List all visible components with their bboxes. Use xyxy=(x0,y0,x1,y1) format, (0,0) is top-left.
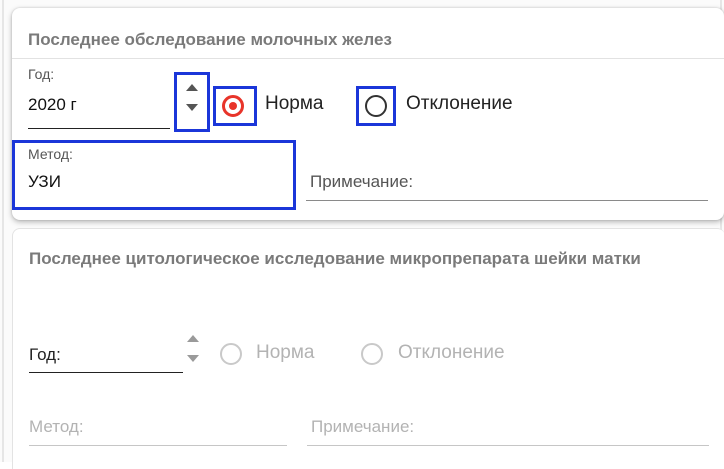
cytology-radio-deviation-icon[interactable] xyxy=(361,343,383,365)
cytology-note-underline xyxy=(307,445,709,446)
breast-exam-title: Последнее обследование молочных желез xyxy=(28,30,392,49)
cytology-spinner-down-icon[interactable] xyxy=(187,355,199,362)
cytology-year-underline xyxy=(29,372,183,373)
breast-year-underline xyxy=(28,128,170,129)
cytology-note-placeholder[interactable]: Примечание: xyxy=(311,417,414,437)
cytology-exam-title: Последнее цитологическое исследование ми… xyxy=(29,249,641,268)
cytology-spinner-up-icon[interactable] xyxy=(187,335,199,342)
breast-year-label: Год: xyxy=(28,66,55,82)
cytology-radio-normal-icon[interactable] xyxy=(220,343,242,365)
spinner-arrows-icon[interactable] xyxy=(185,78,199,118)
cytology-method-placeholder[interactable]: Метод: xyxy=(29,417,84,437)
radio-unchecked-icon[interactable] xyxy=(365,95,387,117)
cytology-option-deviation-label[interactable]: Отклонение xyxy=(398,342,505,364)
spinner-up-icon[interactable] xyxy=(186,84,198,91)
breast-option-deviation-label[interactable]: Отклонение xyxy=(406,93,513,115)
breast-method-value[interactable]: УЗИ xyxy=(28,172,61,192)
cytology-spinner-arrows-icon[interactable] xyxy=(186,329,200,369)
breast-note-placeholder[interactable]: Примечание: xyxy=(310,172,413,192)
breast-note-underline xyxy=(306,200,708,201)
frame-left-edge xyxy=(2,0,4,462)
form-stage: Последнее обследование молочных желез Го… xyxy=(0,0,724,469)
breast-exam-card: Последнее обследование молочных желез Го… xyxy=(12,8,724,220)
cytology-option-normal-label[interactable]: Норма xyxy=(256,342,314,364)
breast-option-normal-label[interactable]: Норма xyxy=(265,93,323,115)
cytology-exam-card: Последнее цитологическое исследование ми… xyxy=(12,228,724,469)
breast-year-value[interactable]: 2020 г xyxy=(28,95,77,115)
spinner-down-icon[interactable] xyxy=(186,104,198,111)
breast-method-label: Метод: xyxy=(28,146,73,162)
cytology-method-underline xyxy=(29,445,287,446)
cytology-year-label[interactable]: Год: xyxy=(29,345,61,365)
breast-exam-title-divider xyxy=(12,58,724,59)
radio-checked-icon[interactable] xyxy=(222,95,244,117)
